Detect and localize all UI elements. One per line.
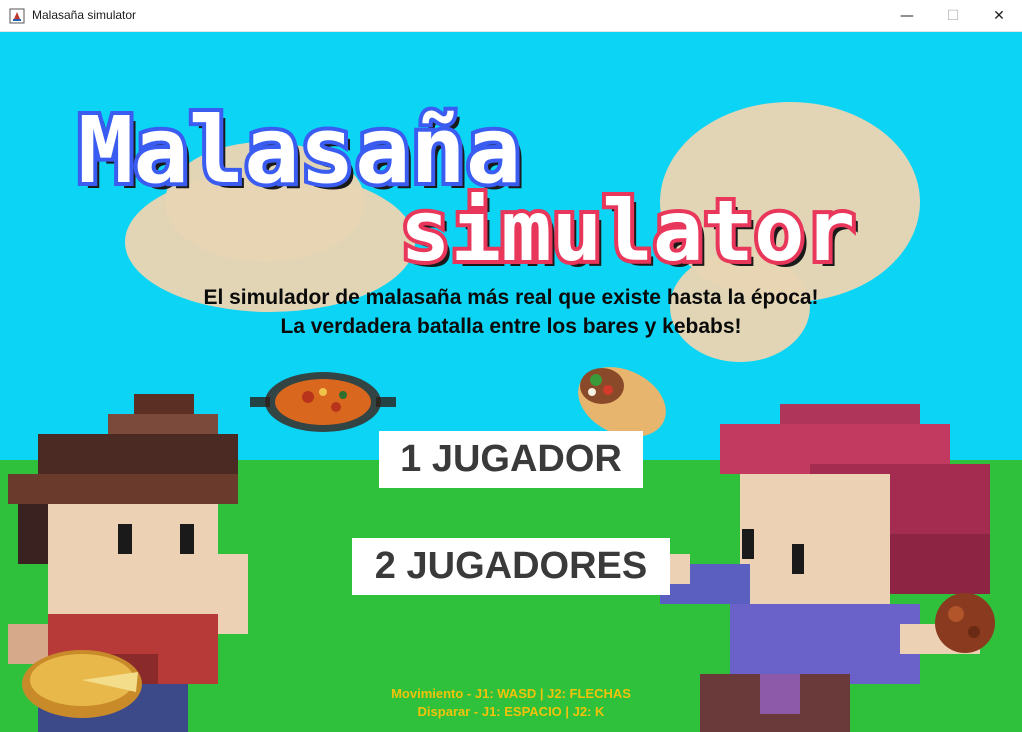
maximize-button[interactable]: ☐ bbox=[930, 0, 976, 31]
subtitle-line-2: La verdadera batalla entre los bares y k… bbox=[280, 315, 742, 338]
java-app-icon bbox=[9, 8, 25, 24]
minimize-button[interactable]: — bbox=[884, 0, 930, 31]
subtitle-line-1: El simulador de malasaña más real que ex… bbox=[203, 286, 819, 309]
movement-controls-text: Movimiento - J1: WASD | J2: FLECHAS bbox=[391, 686, 631, 701]
close-button[interactable]: ✕ bbox=[976, 0, 1022, 31]
two-players-button[interactable]: 2 JUGADORES bbox=[352, 538, 670, 595]
falafel-ball-icon bbox=[935, 593, 995, 653]
red-haired-kebab-guy-sprite bbox=[660, 404, 990, 732]
game-window: Malasaña simulator — ☐ ✕ Malasaña Malasa… bbox=[0, 0, 1022, 732]
logo-line-2: simulator bbox=[400, 182, 855, 280]
game-logo: Malasaña Malasaña simulator simulator bbox=[74, 93, 861, 286]
one-player-button[interactable]: 1 JUGADOR bbox=[379, 431, 643, 488]
shoot-controls-text: Disparar - J1: ESPACIO | J2: K bbox=[417, 704, 605, 719]
window-title: Malasaña simulator bbox=[32, 8, 137, 22]
title-bar: Malasaña simulator — ☐ ✕ bbox=[0, 0, 1022, 32]
paella-pan-icon bbox=[250, 372, 396, 432]
game-canvas: Malasaña Malasaña simulator simulator El… bbox=[0, 32, 1022, 732]
